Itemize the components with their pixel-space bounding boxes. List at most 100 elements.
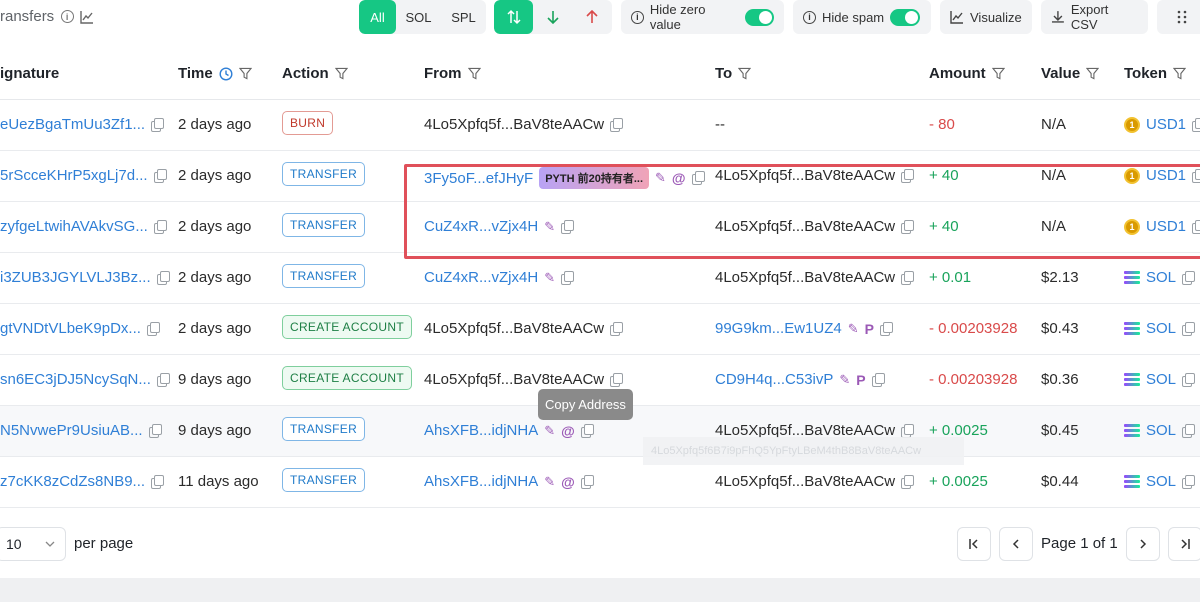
from-address[interactable]: 3Fy5oF...efJHyF — [424, 170, 533, 187]
copy-icon[interactable] — [871, 372, 885, 387]
copy-icon[interactable] — [691, 171, 705, 185]
hide-zero-switch[interactable] — [744, 8, 775, 26]
to-address[interactable]: 99G9km...Ew1UZ4 — [715, 320, 842, 337]
copy-icon[interactable] — [151, 117, 165, 132]
copy-icon[interactable] — [610, 321, 624, 336]
copy-icon[interactable] — [1182, 372, 1196, 387]
signature-link[interactable]: i3ZUB3JGYLVLJ3Bz... — [0, 269, 151, 286]
copy-icon[interactable] — [1182, 423, 1196, 438]
filter-icon[interactable] — [991, 67, 1005, 80]
copy-icon[interactable] — [610, 372, 624, 387]
to-address[interactable]: CD9H4q...C53ivP — [715, 371, 833, 388]
signature-link[interactable]: zyfgeLtwihAVAkvSG... — [0, 218, 148, 235]
more-options-button[interactable] — [1157, 0, 1200, 34]
token-link[interactable]: USD1 — [1146, 218, 1186, 235]
edit-label-icon[interactable]: ✎ — [544, 474, 555, 490]
filter-spl-button[interactable]: SPL — [441, 0, 486, 34]
copy-icon[interactable] — [901, 270, 915, 285]
token-link[interactable]: SOL — [1146, 473, 1176, 490]
from-address[interactable]: CuZ4xR...vZjx4H — [424, 218, 538, 235]
copy-icon[interactable] — [1182, 270, 1196, 285]
copy-icon[interactable] — [153, 168, 167, 183]
token-link[interactable]: SOL — [1146, 320, 1176, 337]
edit-label-icon[interactable]: ✎ — [848, 321, 859, 337]
copy-icon[interactable] — [153, 219, 167, 234]
copy-icon[interactable] — [1182, 474, 1196, 489]
chart-icon[interactable] — [80, 10, 94, 24]
copy-icon[interactable] — [1192, 219, 1200, 234]
signature-link[interactable]: 5rScceKHrP5xgLj7d... — [0, 167, 148, 184]
at-icon[interactable]: @ — [561, 423, 575, 439]
per-page-select[interactable]: 10 — [0, 527, 66, 561]
to-address[interactable]: 4Lo5Xpfq5f...BaV8teAACw — [715, 269, 895, 286]
copy-icon[interactable] — [156, 270, 170, 285]
copy-icon[interactable] — [879, 321, 893, 336]
outgoing-button[interactable] — [573, 0, 612, 34]
filter-sol-button[interactable]: SOL — [396, 0, 441, 34]
copy-icon[interactable] — [148, 423, 162, 438]
token-link[interactable]: SOL — [1146, 269, 1176, 286]
first-page-button[interactable] — [957, 527, 991, 561]
p-icon[interactable]: P — [865, 321, 874, 337]
copy-icon[interactable] — [1182, 321, 1196, 336]
filter-icon[interactable] — [1086, 67, 1100, 80]
incoming-button[interactable] — [533, 0, 572, 34]
copy-icon[interactable] — [561, 219, 575, 234]
edit-label-icon[interactable]: ✎ — [544, 423, 555, 439]
clock-icon[interactable] — [219, 66, 233, 81]
copy-icon[interactable] — [1192, 168, 1200, 183]
copy-icon[interactable] — [901, 168, 915, 183]
copy-icon[interactable] — [561, 270, 575, 285]
hide-spam-toggle[interactable]: i Hide spam — [793, 0, 931, 34]
token-link[interactable]: SOL — [1146, 422, 1176, 439]
copy-icon[interactable] — [901, 423, 915, 438]
signature-link[interactable]: N5NvwePr9UsiuAB... — [0, 422, 143, 439]
edit-label-icon[interactable]: ✎ — [544, 270, 555, 286]
info-icon[interactable]: i — [60, 10, 74, 24]
next-page-button[interactable] — [1126, 527, 1160, 561]
token-link[interactable]: USD1 — [1146, 167, 1186, 184]
from-address[interactable]: 4Lo5Xpfq5f...BaV8teAACw — [424, 116, 604, 133]
signature-link[interactable]: z7cKK8zCdZs8NB9... — [0, 473, 145, 490]
visualize-button[interactable]: Visualize — [940, 0, 1032, 34]
p-icon[interactable]: P — [856, 372, 865, 388]
filter-icon[interactable] — [334, 67, 348, 80]
hide-zero-value-toggle[interactable]: i Hide zero value — [621, 0, 784, 34]
both-directions-button[interactable] — [494, 0, 534, 34]
token-link[interactable]: USD1 — [1146, 116, 1186, 133]
copy-icon[interactable] — [151, 474, 165, 489]
edit-label-icon[interactable]: ✎ — [655, 170, 666, 186]
copy-icon[interactable] — [580, 474, 594, 489]
token-link[interactable]: SOL — [1146, 371, 1176, 388]
filter-icon[interactable] — [1173, 67, 1187, 80]
previous-page-button[interactable] — [999, 527, 1033, 561]
to-address[interactable]: -- — [715, 116, 725, 133]
signature-link[interactable]: sn6EC3jDJ5NcySqN... — [0, 371, 151, 388]
copy-icon[interactable] — [156, 372, 170, 387]
to-address[interactable]: 4Lo5Xpfq5f...BaV8teAACw — [715, 167, 895, 184]
copy-icon[interactable] — [1192, 117, 1200, 132]
signature-link[interactable]: eUezBgaTmUu3Zf1... — [0, 116, 145, 133]
last-page-button[interactable] — [1168, 527, 1200, 561]
filter-icon[interactable] — [467, 67, 481, 80]
hide-spam-switch[interactable] — [890, 8, 921, 26]
from-address[interactable]: AhsXFB...idjNHA — [424, 422, 538, 439]
to-address[interactable]: 4Lo5Xpfq5f...BaV8teAACw — [715, 473, 895, 490]
export-csv-button[interactable]: Export CSV — [1041, 0, 1148, 34]
copy-icon[interactable] — [580, 423, 594, 438]
at-icon[interactable]: @ — [672, 170, 686, 186]
copy-icon[interactable] — [610, 117, 624, 132]
to-address[interactable]: 4Lo5Xpfq5f...BaV8teAACw — [715, 218, 895, 235]
signature-link[interactable]: gtVNDtVLbeK9pDx... — [0, 320, 141, 337]
filter-icon[interactable] — [238, 67, 252, 80]
edit-label-icon[interactable]: ✎ — [839, 372, 850, 388]
from-address[interactable]: 4Lo5Xpfq5f...BaV8teAACw — [424, 320, 604, 337]
at-icon[interactable]: @ — [561, 474, 575, 490]
from-address[interactable]: AhsXFB...idjNHA — [424, 473, 538, 490]
filter-all-button[interactable]: All — [359, 0, 396, 34]
edit-label-icon[interactable]: ✎ — [544, 219, 555, 235]
from-address[interactable]: 4Lo5Xpfq5f...BaV8teAACw — [424, 371, 604, 388]
from-address[interactable]: CuZ4xR...vZjx4H — [424, 269, 538, 286]
filter-icon[interactable] — [738, 67, 752, 80]
copy-icon[interactable] — [901, 219, 915, 234]
